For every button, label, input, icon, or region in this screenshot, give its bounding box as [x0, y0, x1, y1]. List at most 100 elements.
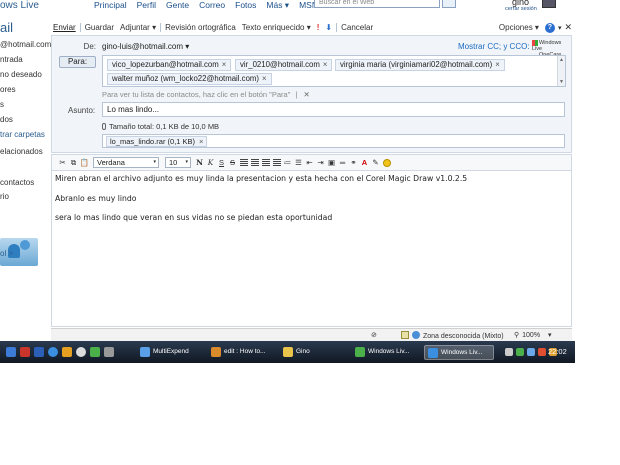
recipients-field[interactable]: vico_lopezurban@hotmail.com × vir_0210@ho… [102, 55, 566, 87]
from-selector[interactable]: gino-luis@hotmail.com ▾ [102, 42, 189, 51]
link-icon[interactable]: ⚭ [349, 158, 358, 167]
sidebar-more-link[interactable]: ol > [0, 249, 13, 258]
insert-image-icon[interactable]: ▣ [327, 158, 336, 167]
save-button[interactable]: Guardar [82, 23, 117, 32]
sidebar-item-contacts[interactable]: contactos [0, 178, 34, 187]
avatar[interactable] [542, 0, 556, 8]
justify-icon[interactable] [272, 158, 281, 167]
bulleted-list-icon[interactable]: ☰ [294, 158, 303, 167]
taskbar-clock[interactable]: 22:02 [548, 347, 567, 356]
attach-button[interactable]: Adjuntar ▾ [117, 23, 159, 32]
emoticon-icon[interactable] [382, 158, 391, 167]
to-button[interactable]: Para: [59, 56, 96, 68]
messenger-icon[interactable] [90, 347, 100, 357]
show-desktop-icon[interactable] [6, 347, 16, 357]
strikethrough-button[interactable]: S [228, 158, 237, 167]
volume-icon[interactable] [527, 348, 535, 356]
zone-indicator[interactable]: Zona desconocida (Mixto) [401, 331, 504, 340]
ie-icon[interactable] [48, 347, 58, 357]
nav-mas[interactable]: Más ▾ [266, 0, 289, 11]
font-size-select[interactable]: 10 ▾ [165, 157, 191, 168]
sidebar-item-junk[interactable]: no deseado [0, 70, 42, 79]
web-search-input[interactable]: Buscar en el Web [314, 0, 440, 8]
message-body-editor[interactable]: Miren abran el archivo adjunto es muy li… [51, 170, 572, 327]
show-cc-bcc-link[interactable]: Mostrar CC; y CCO: [458, 42, 530, 51]
help-icon[interactable]: ? [544, 22, 555, 33]
numbered-list-icon[interactable]: ≔ [283, 158, 292, 167]
rich-text-button[interactable]: Texto enriquecido ▾ [239, 23, 314, 32]
nav-gente[interactable]: Gente [166, 0, 189, 11]
recipient-chip[interactable]: virginia maria (virginiamari02@hotmail.c… [335, 59, 505, 71]
options-button[interactable]: Opciones ▾ [496, 23, 542, 32]
sidebar-item-calendar[interactable]: rio [0, 192, 9, 201]
recipient-chip[interactable]: vico_lopezurban@hotmail.com × [107, 59, 232, 71]
nav-fotos[interactable]: Fotos [235, 0, 256, 11]
horizontal-rule-icon[interactable]: ═ [338, 158, 347, 167]
sidebar-account[interactable]: @hotmail.com [0, 40, 51, 49]
taskbar-item-multiexpend[interactable]: MultiExpend [137, 345, 203, 360]
cancel-button[interactable]: Cancelar [338, 23, 376, 32]
taskbar-item-gino[interactable]: Gino [280, 345, 346, 360]
task-label: Windows Liv... [368, 348, 410, 355]
outdent-icon[interactable]: ⇤ [305, 158, 314, 167]
close-hint-icon[interactable]: ✕ [303, 90, 309, 99]
align-left-icon[interactable] [239, 158, 248, 167]
network-icon[interactable] [516, 348, 524, 356]
search-icon[interactable] [442, 0, 456, 8]
indent-icon[interactable]: ⇥ [316, 158, 325, 167]
powerpoint-icon[interactable] [20, 347, 30, 357]
sidebar-item-inbox[interactable]: ntrada [0, 55, 23, 64]
remove-icon[interactable]: × [222, 60, 227, 69]
paste-icon[interactable]: 📋 [80, 158, 89, 167]
nav-perfil[interactable]: Perfil [137, 0, 156, 11]
privacy-icon[interactable]: ⊘ [371, 331, 377, 339]
low-priority-icon[interactable]: ⬇ [322, 23, 335, 32]
remove-icon[interactable]: × [495, 60, 500, 69]
recipient-chip[interactable]: walter muñoz (wm_locko22@hotmail.com) × [107, 73, 272, 85]
highlight-icon[interactable]: ✎ [371, 158, 380, 167]
media-icon[interactable] [76, 347, 86, 357]
zone-text: Zona desconocida (Mixto) [423, 333, 504, 340]
taskbar-item-edit[interactable]: edit : How to... [208, 345, 274, 360]
explorer-icon[interactable] [62, 347, 72, 357]
underline-button[interactable]: S [217, 158, 226, 167]
italic-button[interactable]: K [206, 158, 215, 167]
security-icon[interactable] [538, 348, 546, 356]
spellcheck-button[interactable]: Revisión ortográfica [162, 23, 239, 32]
remove-icon[interactable]: × [199, 137, 203, 146]
send-button[interactable]: Enviar [50, 23, 79, 32]
copy-icon[interactable]: ⧉ [69, 158, 78, 167]
sidebar-item-drafts[interactable]: ores [0, 85, 16, 94]
recipient-chip[interactable]: vir_0210@hotmail.com × [235, 59, 333, 71]
help-dropdown-icon[interactable]: ▾ [558, 24, 562, 32]
nav-principal[interactable]: Principal [94, 0, 127, 11]
font-color-icon[interactable]: A [360, 158, 369, 167]
bold-button[interactable]: N [195, 158, 204, 167]
app-icon[interactable] [104, 347, 114, 357]
taskbar-item-windows-live-1[interactable]: Windows Liv... [352, 345, 418, 360]
subject-input[interactable]: Lo mas lindo... [102, 102, 565, 117]
windows-live-brand[interactable]: ows Live [0, 0, 39, 11]
recipients-scrollbar[interactable] [557, 56, 565, 86]
cut-icon[interactable]: ✂ [58, 158, 67, 167]
sign-out-link[interactable]: cerrar sesión [505, 6, 537, 12]
contacts-hint-text: Para ver tu lista de contactos, haz clic… [102, 90, 291, 99]
sidebar-manage-folders[interactable]: trar carpetas [0, 130, 45, 139]
close-icon[interactable]: ✕ [564, 22, 572, 33]
high-priority-icon[interactable]: ! [314, 23, 323, 32]
word-icon[interactable] [34, 347, 44, 357]
remove-icon[interactable]: × [262, 74, 267, 83]
sidebar-item-deleted[interactable]: dos [0, 115, 13, 124]
font-family-select[interactable]: Verdana ▾ [93, 157, 159, 168]
attachment-name[interactable]: lo_mas_lindo.rar (0,1 KB) [110, 137, 195, 146]
align-right-icon[interactable] [261, 158, 270, 167]
tray-arrow-icon[interactable] [505, 348, 513, 356]
zoom-control[interactable]: ⚲ 100% ▾ [514, 331, 552, 339]
attachment-chip[interactable]: lo_mas_lindo.rar (0,1 KB) × [106, 136, 208, 147]
nav-correo[interactable]: Correo [199, 0, 225, 11]
taskbar-item-windows-live-2[interactable]: Windows Liv... [424, 345, 494, 360]
align-center-icon[interactable] [250, 158, 259, 167]
remove-icon[interactable]: × [323, 60, 328, 69]
sidebar-item-sent[interactable]: s [0, 100, 4, 109]
browser-status-bar: ⊘ Zona desconocida (Mixto) ⚲ 100% ▾ [51, 328, 572, 341]
